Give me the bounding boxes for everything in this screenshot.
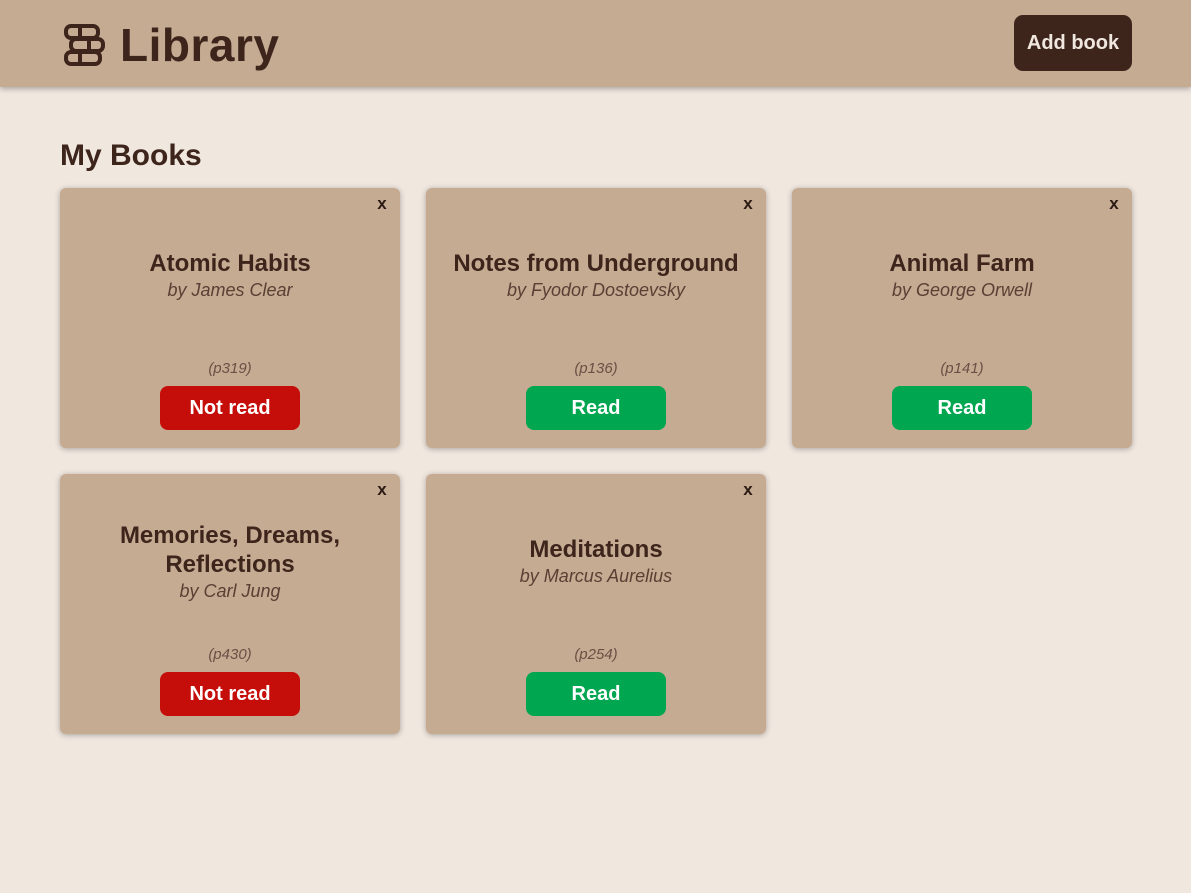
- book-title: Meditations: [529, 536, 663, 563]
- app-header: Library Add book: [0, 0, 1191, 87]
- book-pages: (p254): [574, 646, 618, 663]
- book-title: Notes from Underground: [453, 250, 739, 277]
- book-info: Animal Farm by George Orwell: [802, 188, 1122, 363]
- read-status-toggle[interactable]: Read: [526, 386, 666, 430]
- book-info: Meditations by Marcus Aurelius: [436, 474, 756, 649]
- book-info: Atomic Habits by James Clear: [70, 188, 390, 363]
- section-title: My Books: [60, 139, 202, 172]
- book-author: by Fyodor Dostoevsky: [506, 280, 686, 300]
- read-status-toggle[interactable]: Not read: [160, 386, 300, 430]
- read-status-toggle[interactable]: Read: [526, 672, 666, 716]
- book-card: x Animal Farm by George Orwell (p141) Re…: [792, 188, 1132, 448]
- book-title: Memories, Dreams, Reflections: [119, 521, 341, 578]
- book-author: by Marcus Aurelius: [519, 566, 673, 586]
- book-author: by James Clear: [167, 280, 293, 300]
- brand: Library: [62, 19, 279, 71]
- book-title: Atomic Habits: [149, 250, 311, 277]
- book-card: x Meditations by Marcus Aurelius (p254) …: [426, 474, 766, 734]
- read-status-toggle[interactable]: Not read: [160, 672, 300, 716]
- add-book-button[interactable]: Add book: [1014, 15, 1132, 71]
- book-grid: x Atomic Habits by James Clear (p319) No…: [60, 188, 1133, 734]
- app-title: Library: [120, 19, 280, 71]
- book-card: x Memories, Dreams, Reflections by Carl …: [60, 474, 400, 734]
- book-card: x Atomic Habits by James Clear (p319) No…: [60, 188, 400, 448]
- books-stack-icon: [64, 24, 105, 66]
- book-pages: (p141): [940, 360, 984, 377]
- book-info: Memories, Dreams, Reflections by Carl Ju…: [70, 474, 390, 649]
- read-status-toggle[interactable]: Read: [892, 386, 1032, 430]
- book-info: Notes from Underground by Fyodor Dostoev…: [436, 188, 756, 363]
- book-pages: (p136): [574, 360, 618, 377]
- book-pages: (p430): [208, 646, 252, 663]
- book-pages: (p319): [208, 360, 252, 377]
- book-author: by George Orwell: [891, 280, 1033, 300]
- book-title: Animal Farm: [889, 250, 1035, 277]
- book-card: x Notes from Underground by Fyodor Dosto…: [426, 188, 766, 448]
- book-author: by Carl Jung: [179, 580, 281, 601]
